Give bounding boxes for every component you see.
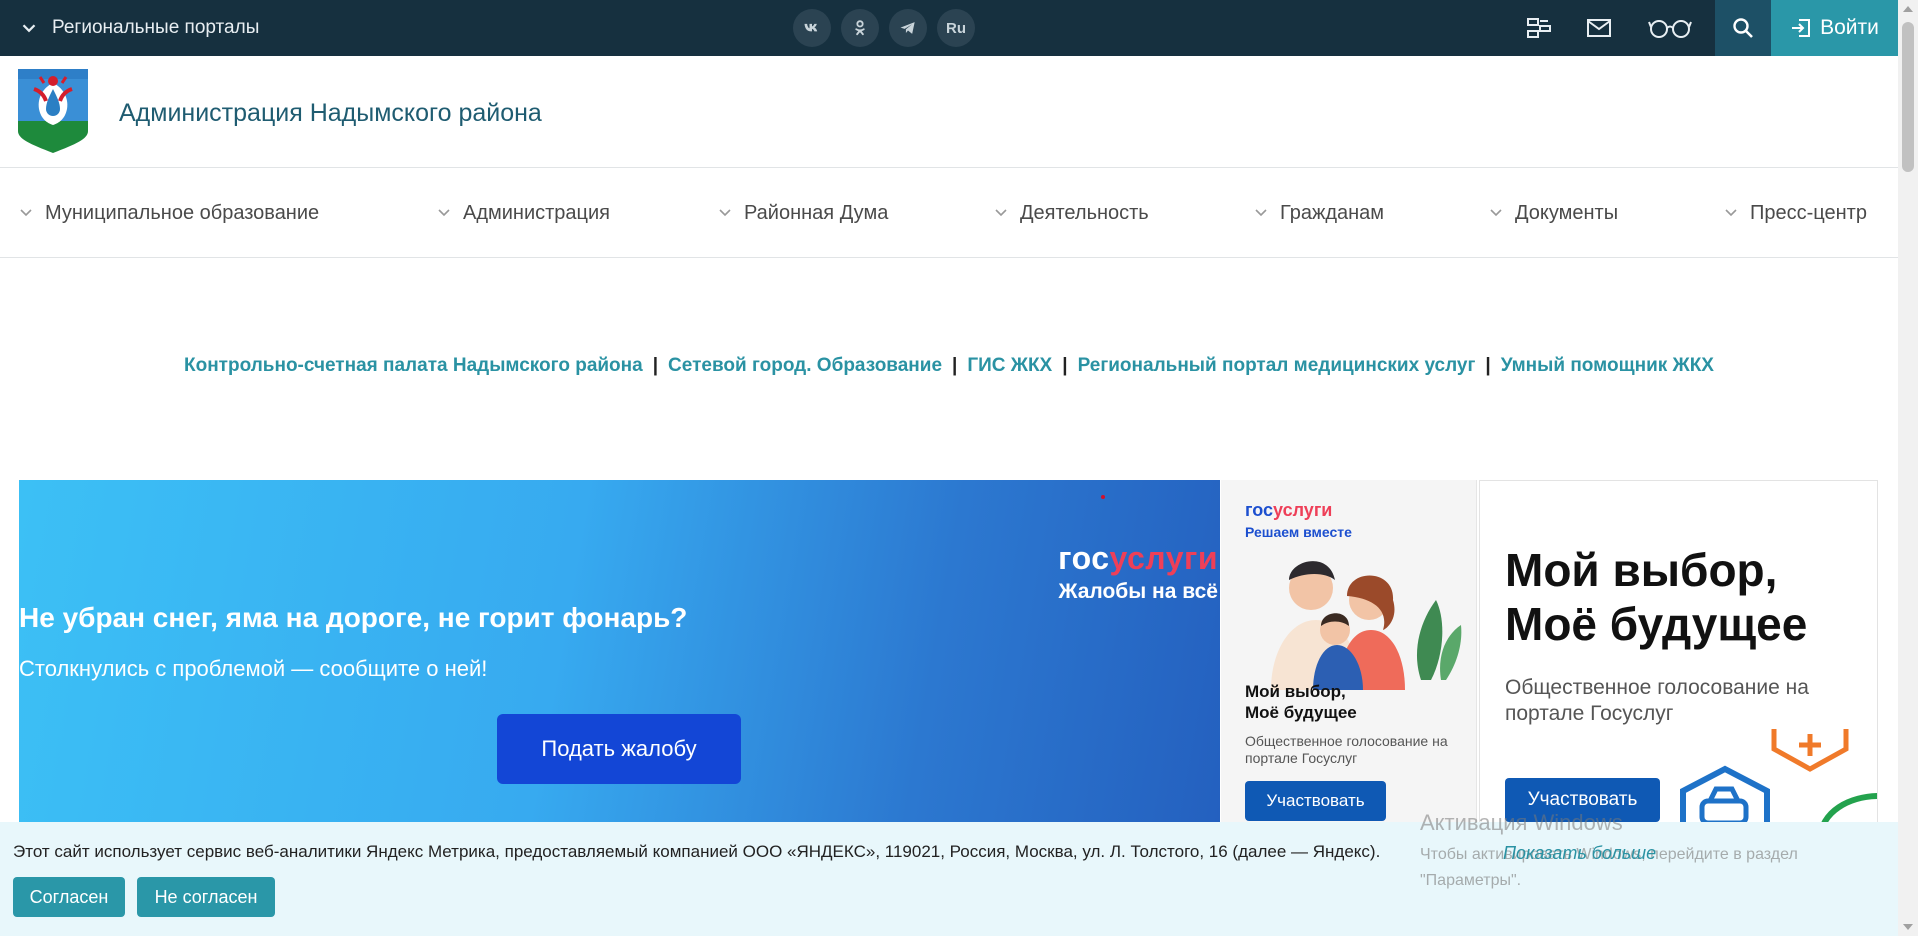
search-button[interactable]: [1715, 0, 1771, 56]
banner-brand-subtitle: Жалобы на всё: [1058, 580, 1219, 603]
card-title: Мой выбор, Моё будущее: [1245, 682, 1357, 722]
chevron-down-icon: [22, 24, 36, 33]
accessibility-glasses-icon: [1648, 20, 1692, 38]
nav-item-label: Пресс-центр: [1750, 201, 1867, 224]
cookie-disagree-button[interactable]: Не согласен: [137, 877, 275, 917]
scroll-up-arrow-icon[interactable]: [1903, 6, 1913, 12]
windows-activation-title: Активация Windows: [1420, 810, 1623, 835]
chevron-down-icon: [1490, 209, 1502, 217]
page-scrollbar[interactable]: [1898, 0, 1918, 936]
telegram-icon: [900, 22, 915, 34]
decorative-dot: [1101, 495, 1105, 499]
site-title[interactable]: Администрация Надымского района: [119, 99, 542, 128]
mail-button[interactable]: [1582, 0, 1616, 56]
scroll-down-arrow-icon[interactable]: [1903, 924, 1913, 930]
nav-item-label: Документы: [1515, 201, 1619, 224]
vote-card-banner[interactable]: госуслуги Решаем вместе Мой выбор, Моё б…: [1221, 480, 1477, 840]
odnoklassniki-icon: [855, 20, 865, 36]
nav-item-label: Гражданам: [1280, 201, 1385, 224]
cookie-agree-button[interactable]: Согласен: [13, 877, 125, 917]
link-medical-services-portal[interactable]: Региональный портал медицинских услуг: [1078, 355, 1476, 376]
link-network-city-education[interactable]: Сетевой город. Образование: [668, 355, 942, 376]
odnoklassniki-link[interactable]: [841, 9, 879, 47]
nav-item-label: Муниципальное образование: [45, 201, 320, 224]
login-label: Войти: [1820, 16, 1879, 39]
card-description: Общественное голосование на портале Госу…: [1245, 733, 1448, 766]
language-switch[interactable]: Ru: [937, 9, 975, 47]
quick-links: Контрольно-счетная палата Надымского рай…: [0, 355, 1898, 377]
page: Региональные порталы Ru Войти Администра…: [0, 0, 1918, 936]
nav-item-label: Районная Дума: [744, 201, 889, 224]
login-icon: [1792, 19, 1811, 37]
vote-banner[interactable]: Мой выбор, Моё будущее Общественное голо…: [1479, 480, 1878, 840]
nav-item-administration[interactable]: Администрация: [437, 168, 610, 258]
card-participate-button[interactable]: Участвовать: [1245, 781, 1386, 821]
chevron-down-icon: [438, 209, 450, 217]
chevron-down-icon: [1725, 209, 1737, 217]
link-separator: |: [1062, 355, 1068, 376]
nav-item-activity[interactable]: Деятельность: [994, 168, 1149, 258]
link-separator: |: [952, 355, 958, 376]
telegram-link[interactable]: [889, 9, 927, 47]
chevron-down-icon: [995, 209, 1007, 217]
language-icon: Ru: [946, 19, 966, 37]
link-control-chamber[interactable]: Контрольно-счетная палата Надымского рай…: [184, 355, 643, 376]
gosuslugi-logo: госуслуги: [1245, 500, 1333, 520]
nav-item-citizens[interactable]: Гражданам: [1254, 168, 1384, 258]
regional-portals-toggle[interactable]: Региональные порталы: [18, 0, 259, 56]
nav-item-label: Администрация: [463, 201, 611, 224]
nav-item-district-duma[interactable]: Районная Дума: [718, 168, 888, 258]
nav-item-documents[interactable]: Документы: [1489, 168, 1618, 258]
vote-title: Мой выбор, Моё будущее: [1505, 544, 1808, 650]
card-tagline: Решаем вместе: [1245, 524, 1352, 540]
chevron-down-icon: [1255, 209, 1267, 217]
sitemap-icon: [1527, 18, 1551, 38]
coat-of-arms-logo[interactable]: [18, 69, 88, 153]
scrollbar-thumb[interactable]: [1902, 22, 1914, 172]
mail-icon: [1587, 19, 1611, 37]
submit-complaint-button[interactable]: Подать жалобу: [497, 714, 741, 784]
complaint-banner[interactable]: госуслуги Жалобы на всё Не убран снег, я…: [19, 480, 1220, 840]
link-gis-zhkh[interactable]: ГИС ЖКХ: [967, 355, 1052, 376]
chevron-down-icon: [719, 209, 731, 217]
accessibility-button[interactable]: [1646, 0, 1694, 56]
link-separator: |: [652, 355, 659, 376]
nav-item-municipality[interactable]: Муниципальное образование: [19, 168, 319, 258]
banner-title: Не убран снег, яма на дороге, не горит ф…: [19, 602, 688, 633]
main-navigation: Муниципальное образование Администрация …: [0, 168, 1898, 258]
vk-icon: [804, 23, 818, 32]
family-illustration: [1271, 561, 1462, 690]
sitemap-button[interactable]: [1524, 0, 1554, 56]
regional-portals-label: Региональные порталы: [52, 17, 260, 38]
chevron-down-icon: [20, 209, 32, 217]
link-separator: |: [1485, 355, 1491, 376]
gosuslugi-logo: госуслуги: [1058, 540, 1218, 576]
cookie-text: Этот сайт использует сервис веб-аналитик…: [13, 842, 1381, 861]
banner-text: Столкнулись с проблемой — сообщите о ней…: [19, 656, 488, 681]
site-header: Администрация Надымского района: [0, 56, 1898, 168]
nav-item-label: Деятельность: [1020, 201, 1149, 224]
cookie-show-more-link[interactable]: Показать больше: [1503, 843, 1656, 864]
login-button[interactable]: Войти: [1771, 0, 1898, 56]
nav-item-press-center[interactable]: Пресс-центр: [1724, 168, 1867, 258]
top-bar: Региональные порталы Ru Войти: [0, 0, 1898, 56]
link-smart-zhkh-assistant[interactable]: Умный помощник ЖКХ: [1501, 355, 1714, 376]
social-links: Ru: [793, 9, 975, 47]
search-icon: [1733, 18, 1753, 38]
vote-description: Общественное голосование на портале Госу…: [1505, 676, 1809, 725]
vk-link[interactable]: [793, 9, 831, 47]
